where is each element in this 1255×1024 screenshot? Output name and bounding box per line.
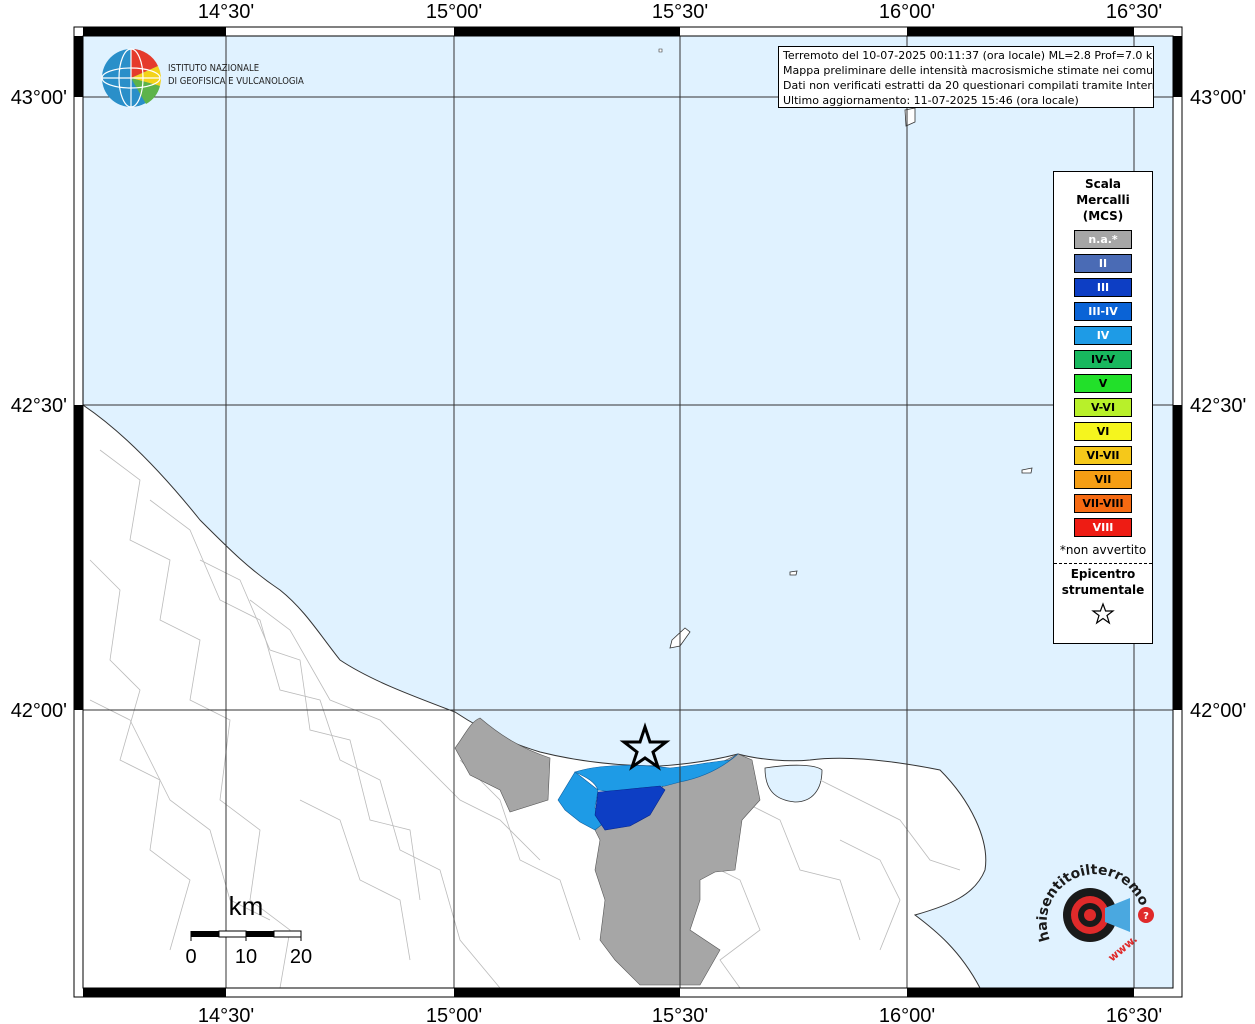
info-line: Terremoto del 10-07-2025 00:11:37 (ora l… — [783, 49, 1154, 62]
scale-unit: km — [229, 891, 264, 921]
legend-title-line: Mercalli — [1076, 193, 1130, 207]
scale-label: 0 — [185, 946, 196, 968]
legend-item: V — [1074, 374, 1132, 393]
legend-item: n.a.* — [1074, 230, 1132, 249]
lon-label: 15°30' — [652, 1, 708, 23]
info-line: Dati non verificati estratti da 20 quest… — [783, 79, 1154, 92]
ingv-logo-line2: DI GEOFISICA E VULCANOLOGIA — [168, 76, 304, 87]
legend-item: VII — [1074, 470, 1132, 489]
lat-label: 43°00' — [1190, 87, 1246, 109]
legend-item: III-IV — [1074, 302, 1132, 321]
scale-label: 10 — [235, 946, 257, 968]
lon-label: 14°30' — [198, 1, 254, 23]
lat-label: 42°00' — [1190, 700, 1246, 722]
legend-separator — [1054, 563, 1152, 564]
lon-label: 16°00' — [879, 1, 935, 23]
lon-label: 15°00' — [426, 1, 482, 23]
svg-text:?: ? — [1143, 911, 1149, 922]
scale-label: 20 — [290, 946, 312, 968]
legend-item: V-VI — [1074, 398, 1132, 417]
earthquake-info-box: Terremoto del 10-07-2025 00:11:37 (ora l… — [778, 46, 1154, 108]
lat-label: 42°00' — [11, 700, 67, 722]
ingv-globe-icon — [101, 48, 161, 108]
lat-label: 42°30' — [1190, 395, 1246, 417]
info-line: Ultimo aggiornamento: 11-07-2025 15:46 (… — [783, 94, 1079, 107]
lat-label: 43°00' — [11, 87, 67, 109]
lon-label: 14°30' — [198, 1005, 254, 1024]
lon-label: 16°00' — [879, 1005, 935, 1024]
star-icon — [1091, 602, 1115, 625]
info-line: Mappa preliminare delle intensità macros… — [783, 64, 1154, 77]
lat-labels-right: 43°00' 42°30' 42°00' — [1190, 87, 1246, 722]
legend-title-line: (MCS) — [1082, 209, 1124, 223]
lon-label: 15°30' — [652, 1005, 708, 1024]
legend-epicenter-line: Epicentro — [1070, 567, 1136, 581]
legend-item: VIII — [1074, 518, 1132, 537]
legend-item: IV-V — [1074, 350, 1132, 369]
lat-labels-left: 43°00' 42°30' 42°00' — [11, 87, 67, 722]
islet-lissa — [658, 48, 663, 53]
legend-items: n.a.* II III III-IV IV IV-V V V-VI VI VI-VII VII VI… — [1054, 230, 1152, 537]
lon-label: 16°30' — [1106, 1, 1162, 23]
legend-epicenter-line: strumentale — [1061, 583, 1145, 597]
ingv-logo-text: ISTITUTO NAZIONALE DI GEOFISICA E VULCAN… — [168, 62, 304, 88]
mcs-legend: Scala Mercalli (MCS) n.a.* II III III-IV IV I… — [1053, 171, 1153, 644]
legend-item: VI — [1074, 422, 1132, 441]
lon-labels-top: 14°30' 15°00' 15°30' 16°00' 16°30' — [198, 1, 1162, 23]
legend-note: *non avvertito — [1059, 543, 1147, 557]
legend-epicenter-label: Epicentro strumentale — [1054, 566, 1152, 598]
legend-item: IV — [1074, 326, 1132, 345]
legend-title: Scala Mercalli (MCS) — [1054, 176, 1152, 224]
lat-label: 42°30' — [11, 395, 67, 417]
lon-labels-bottom: 14°30' 15°00' 15°30' 16°00' 16°30' — [198, 1005, 1162, 1024]
island-pianosa — [789, 570, 798, 576]
lon-label: 16°30' — [1106, 1005, 1162, 1024]
legend-item: VI-VII — [1074, 446, 1132, 465]
legend-item: III — [1074, 278, 1132, 297]
ingv-logo-line1: ISTITUTO NAZIONALE — [168, 63, 260, 74]
legend-item: II — [1074, 254, 1132, 273]
lon-label: 15°00' — [426, 1005, 482, 1024]
legend-title-line: Scala — [1084, 177, 1122, 191]
legend-item: VII-VIII — [1074, 494, 1132, 513]
